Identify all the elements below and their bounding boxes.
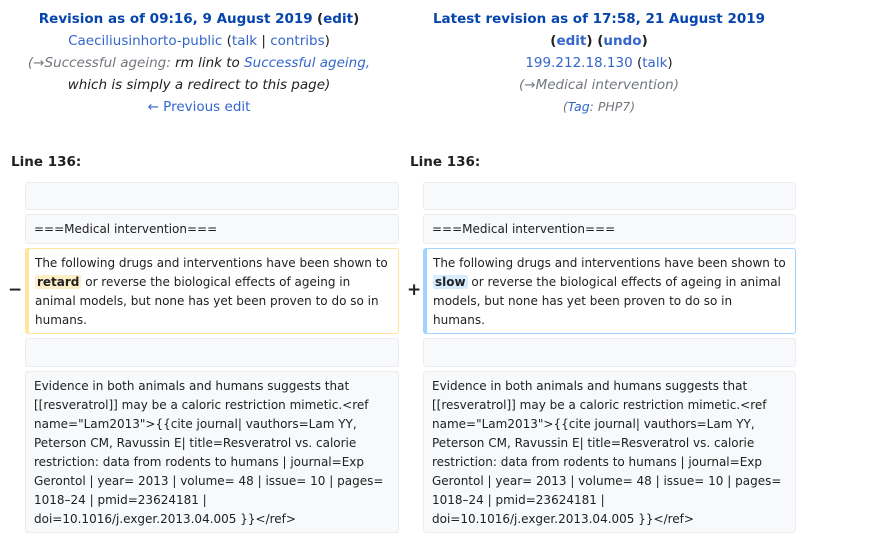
new-context-evidence: Evidence in both animals and humans sugg…: [423, 371, 796, 533]
old-line-number: Line 136:: [11, 154, 82, 170]
undo-link[interactable]: undo: [603, 33, 641, 49]
old-edit-summary-cont: which is simply a redirect to this page): [67, 77, 331, 93]
deleted-line-marker: −: [8, 280, 23, 300]
tag-line: (Tag: PHP7): [562, 99, 636, 114]
new-line-number: Line 136:: [410, 154, 481, 170]
new-context-empty-1: [423, 182, 796, 210]
old-context-empty-2: [25, 338, 399, 367]
section-link-successful-ageing[interactable]: Successful ageing:: [45, 55, 171, 71]
added-word: slow: [433, 275, 468, 289]
old-edit-summary: (→Successful ageing: rm link to Successf…: [27, 55, 371, 71]
deleted-word: retard: [35, 275, 82, 289]
new-edit-link[interactable]: edit: [556, 33, 586, 49]
new-user-link[interactable]: 199.212.18.130: [525, 55, 632, 71]
new-context-empty-2: [423, 338, 796, 367]
tag-link[interactable]: Tag: [568, 99, 590, 114]
new-revision-header: Latest revision as of 17:58, 21 August 2…: [409, 8, 789, 118]
old-revision-title[interactable]: Revision as of 09:16, 9 August 2019: [39, 11, 313, 27]
old-revision-header: Revision as of 09:16, 9 August 2019 (edi…: [9, 8, 389, 118]
old-context-evidence: Evidence in both animals and humans sugg…: [25, 371, 399, 533]
added-line: The following drugs and interventions ha…: [423, 248, 796, 334]
successful-ageing-link[interactable]: Successful ageing,: [244, 55, 370, 71]
old-context-empty-1: [25, 182, 399, 210]
new-talk-link[interactable]: talk: [642, 55, 667, 71]
old-contribs-link[interactable]: contribs: [270, 33, 324, 49]
old-context-heading: ===Medical intervention===: [25, 214, 399, 244]
old-talk-link[interactable]: talk: [232, 33, 257, 49]
deleted-line: The following drugs and interventions ha…: [25, 248, 399, 334]
new-context-heading: ===Medical intervention===: [423, 214, 796, 244]
previous-edit-link[interactable]: ← Previous edit: [148, 99, 251, 115]
added-line-marker: +: [407, 280, 422, 300]
new-revision-title[interactable]: Latest revision as of 17:58, 21 August 2…: [433, 11, 765, 27]
old-edit-link[interactable]: edit: [323, 11, 353, 27]
old-user-link[interactable]: Caeciliusinhorto-public: [68, 33, 222, 49]
new-edit-summary: (→Medical intervention): [518, 77, 680, 93]
